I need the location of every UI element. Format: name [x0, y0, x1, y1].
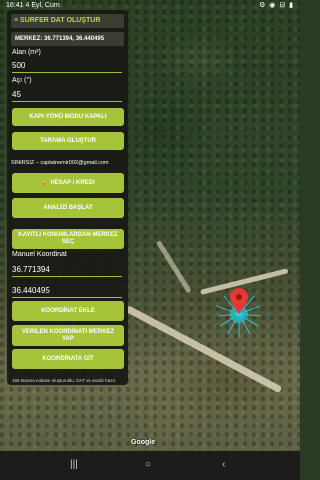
- status-footnote: 169 tarama noktası oluşturuldu. DAT ve a…: [12, 378, 117, 383]
- angle-input[interactable]: [12, 88, 122, 102]
- panel-title[interactable]: ≡ SURFER DAT OLUŞTUR: [11, 14, 124, 28]
- manual-lat-input[interactable]: [12, 263, 122, 277]
- account-credit-button[interactable]: 🔒 HESAP / KREDI: [12, 173, 124, 193]
- navigation-bar: ||| ○ ‹: [0, 451, 300, 480]
- start-analysis-button[interactable]: ANALİZİ BAŞLAT: [12, 198, 124, 218]
- status-bar: 16:41 4 Eyl, Cum ⚙ ◉ ⊟ ▮: [0, 0, 300, 12]
- date: 4 Eyl, Cum: [25, 2, 60, 9]
- set-center-button[interactable]: VERİLEN KOORDİNATI MERKEZ YAP: [12, 325, 124, 346]
- area-input[interactable]: [12, 59, 122, 73]
- add-coordinate-button[interactable]: KOORDİNAT EKLE: [12, 301, 124, 321]
- back-icon[interactable]: ‹: [222, 459, 225, 470]
- manual-lon-input[interactable]: [12, 284, 122, 298]
- control-panel: ≡ SURFER DAT OLUŞTUR MERKEZ: 36.771394, …: [7, 10, 128, 385]
- clock: 16:41: [6, 2, 24, 9]
- area-label: Alan (m²): [12, 49, 41, 56]
- google-attribution: Google: [131, 439, 156, 446]
- go-to-coordinate-button[interactable]: KOORDİNATA GİT: [12, 349, 124, 369]
- recent-apps-icon[interactable]: |||: [70, 459, 78, 470]
- system-icons: ⚙ ◉ ⊟ ▮: [259, 2, 294, 9]
- saved-center-button[interactable]: KAYITLI KONUMLARDAN MERKEZ SEÇ: [12, 229, 124, 249]
- home-icon[interactable]: ○: [145, 459, 151, 470]
- scan-pattern: [215, 288, 262, 338]
- angle-label: Açı (°): [12, 77, 32, 84]
- door-mode-button[interactable]: KAPI-YÖNÜ MODU KAPALI: [12, 108, 124, 126]
- center-coordinates: MERKEZ: 36.771394, 36.440495: [11, 32, 124, 46]
- create-scan-button[interactable]: TARAMA OLUŞTUR: [12, 132, 124, 150]
- manual-coordinate-label: Manuel Koordinat: [12, 251, 67, 258]
- account-email: SINIRSIZ – captainemir002@gmail.com: [11, 160, 109, 166]
